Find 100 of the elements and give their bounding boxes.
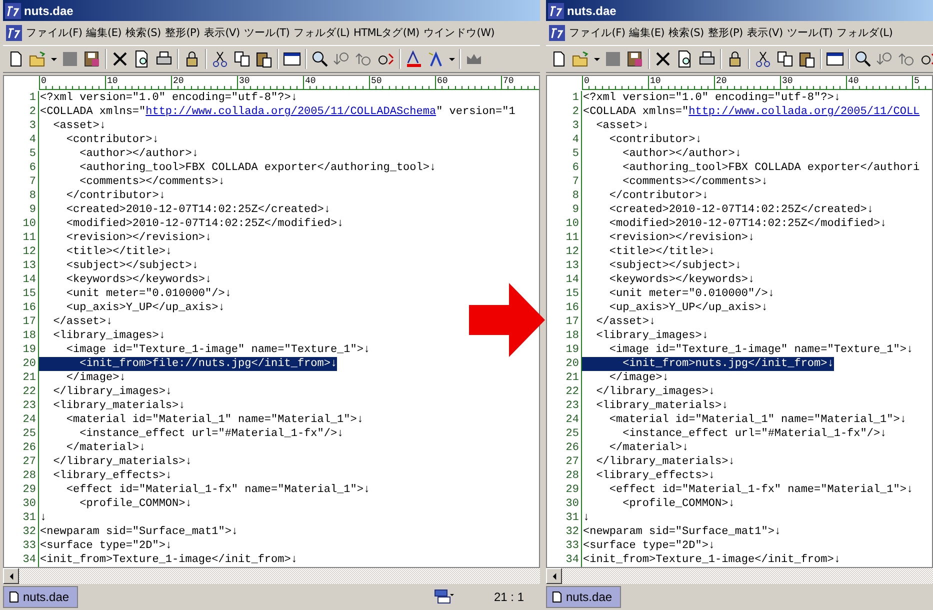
code-line: <comments></comments>↓ bbox=[78, 175, 225, 189]
line-number: 30 bbox=[4, 497, 39, 511]
code-line: <up_axis>Y_UP</up_axis>↓ bbox=[65, 301, 225, 315]
code-line: <surface type="2D">↓ bbox=[582, 539, 716, 553]
ruler-label: 20 bbox=[171, 76, 237, 86]
cut-icon[interactable] bbox=[211, 50, 229, 68]
line-number: 11 bbox=[4, 231, 39, 245]
search-icon[interactable] bbox=[311, 50, 329, 68]
code-line: <instance_effect url="#Material_1-fx"/>↓ bbox=[78, 427, 344, 441]
line-number: 25 bbox=[4, 427, 39, 441]
scroll-left-button[interactable] bbox=[3, 568, 19, 584]
menu-item[interactable]: 検索(S) bbox=[125, 26, 161, 40]
menu-item[interactable]: ツール(T) bbox=[786, 26, 833, 40]
code-line: <contributor>↓ bbox=[65, 133, 159, 147]
ruler-label: 50 bbox=[369, 76, 435, 86]
menu-item[interactable]: ウインドウ(W) bbox=[423, 26, 494, 40]
cut-icon[interactable] bbox=[754, 50, 772, 68]
code-line: <library_effects>↓ bbox=[52, 469, 172, 483]
code-line: </material>↓ bbox=[65, 441, 146, 455]
file-tab[interactable]: nuts.dae bbox=[546, 586, 622, 608]
menu-item[interactable]: フォルダ(L) bbox=[294, 26, 350, 40]
copy-icon[interactable] bbox=[233, 50, 251, 68]
line-number: 3 bbox=[547, 119, 582, 133]
cursor-position: 21 : 1 bbox=[494, 590, 524, 604]
code-line: </image>↓ bbox=[65, 371, 126, 385]
ruler-label: 30 bbox=[780, 76, 846, 86]
paste-icon[interactable] bbox=[798, 50, 816, 68]
horizontal-scrollbar[interactable] bbox=[546, 568, 933, 584]
line-number: 24 bbox=[4, 413, 39, 427]
left-arrow-icon bbox=[552, 572, 556, 580]
close-icon[interactable] bbox=[654, 50, 672, 68]
font-color-icon[interactable] bbox=[405, 50, 423, 68]
code-line: </contributor>↓ bbox=[608, 189, 708, 203]
code-line: </library_images>↓ bbox=[52, 385, 172, 399]
save-icon[interactable] bbox=[83, 50, 101, 68]
code-line: <material id="Material_1" name="Material_1">↓ bbox=[65, 413, 364, 427]
close-icon[interactable] bbox=[111, 50, 129, 68]
paste-icon[interactable] bbox=[255, 50, 273, 68]
code-line: <image id="Texture_1-image" name="Texture_1">↓ bbox=[608, 343, 914, 357]
code-line: </library_images>↓ bbox=[595, 385, 716, 399]
font-style-icon[interactable] bbox=[427, 50, 445, 68]
copy-icon[interactable] bbox=[776, 50, 794, 68]
line-number: 19 bbox=[547, 343, 582, 357]
window-title: nuts.dae bbox=[567, 4, 616, 18]
menu-item[interactable]: 表示(V) bbox=[746, 26, 783, 40]
menu-item[interactable]: ファイル(F) bbox=[569, 26, 626, 40]
code-line: <unit meter="0.010000"/>↓ bbox=[608, 287, 774, 301]
save-icon[interactable] bbox=[626, 50, 644, 68]
code-line: </contributor>↓ bbox=[65, 189, 166, 203]
horizontal-scrollbar[interactable] bbox=[3, 568, 540, 584]
line-number: 10 bbox=[4, 217, 39, 231]
app-logo-icon bbox=[5, 2, 21, 18]
line-number: 9 bbox=[547, 203, 582, 217]
code-line: <unit meter="0.010000"/>↓ bbox=[65, 287, 232, 301]
code-line: <subject></subject>↓ bbox=[65, 259, 198, 273]
menu-item[interactable]: フォルダ(L) bbox=[836, 26, 893, 40]
line-number: 13 bbox=[4, 259, 39, 273]
open-folder-icon[interactable] bbox=[29, 50, 47, 68]
url-link[interactable]: http://www.collada.org/2005/11/COLLADASchema bbox=[146, 106, 436, 118]
ruler-label: 10 bbox=[105, 76, 171, 86]
menu-item[interactable]: 編集(E) bbox=[629, 26, 664, 40]
line-number: 11 bbox=[547, 231, 582, 245]
menu-item[interactable]: 整形(P) bbox=[164, 26, 200, 40]
open-folder-icon[interactable] bbox=[572, 50, 590, 68]
menu-item[interactable]: ツール(T) bbox=[244, 26, 290, 40]
line-number: 8 bbox=[547, 189, 582, 203]
line-number: 32 bbox=[4, 525, 39, 539]
menu-item[interactable]: ファイル(F) bbox=[26, 26, 82, 40]
file-tab[interactable]: nuts.dae bbox=[3, 586, 78, 608]
code-line: <library_images>↓ bbox=[52, 329, 166, 343]
code-line: <COLLADA xmlns="http://www.collada.org/2005/11/COLLADASchema" version="1 bbox=[39, 105, 516, 119]
window-switch-icon[interactable] bbox=[434, 589, 454, 605]
line-number: 9 bbox=[4, 203, 39, 217]
line-number: 2 bbox=[4, 105, 39, 119]
line-number: 7 bbox=[4, 175, 39, 189]
line-number: 29 bbox=[547, 483, 582, 497]
scroll-left-button[interactable] bbox=[546, 568, 562, 584]
line-number: 30 bbox=[547, 497, 582, 511]
line-number: 29 bbox=[4, 483, 39, 497]
code-line: <?xml version="1.0" encoding="utf-8"?>↓ bbox=[39, 91, 298, 105]
window-icon[interactable] bbox=[283, 50, 301, 68]
code-line: <library_effects>↓ bbox=[595, 469, 716, 483]
window-icon[interactable] bbox=[826, 50, 844, 68]
line-number: 15 bbox=[4, 287, 39, 301]
line-number: 28 bbox=[547, 469, 582, 483]
menu-item[interactable]: 編集(E) bbox=[86, 26, 122, 40]
menu-item[interactable]: HTMLタグ(M) bbox=[354, 26, 420, 40]
code-line: <library_materials>↓ bbox=[595, 399, 728, 413]
line-number: 26 bbox=[4, 441, 39, 455]
code-line: <keywords></keywords>↓ bbox=[65, 273, 212, 287]
code-line: <keywords></keywords>↓ bbox=[608, 273, 755, 287]
menu-item[interactable]: 整形(P) bbox=[708, 26, 743, 40]
line-number: 19 bbox=[4, 343, 39, 357]
search-icon[interactable] bbox=[854, 50, 872, 68]
menu-item[interactable]: 表示(V) bbox=[204, 26, 240, 40]
code-line: <COLLADA xmlns="http://www.collada.org/2005/11/COLL bbox=[582, 105, 920, 119]
menu-item[interactable]: 検索(S) bbox=[668, 26, 704, 40]
line-number: 12 bbox=[547, 245, 582, 259]
url-link[interactable]: http://www.collada.org/2005/11/COLL bbox=[688, 106, 920, 118]
code-line: <asset>↓ bbox=[52, 119, 106, 133]
